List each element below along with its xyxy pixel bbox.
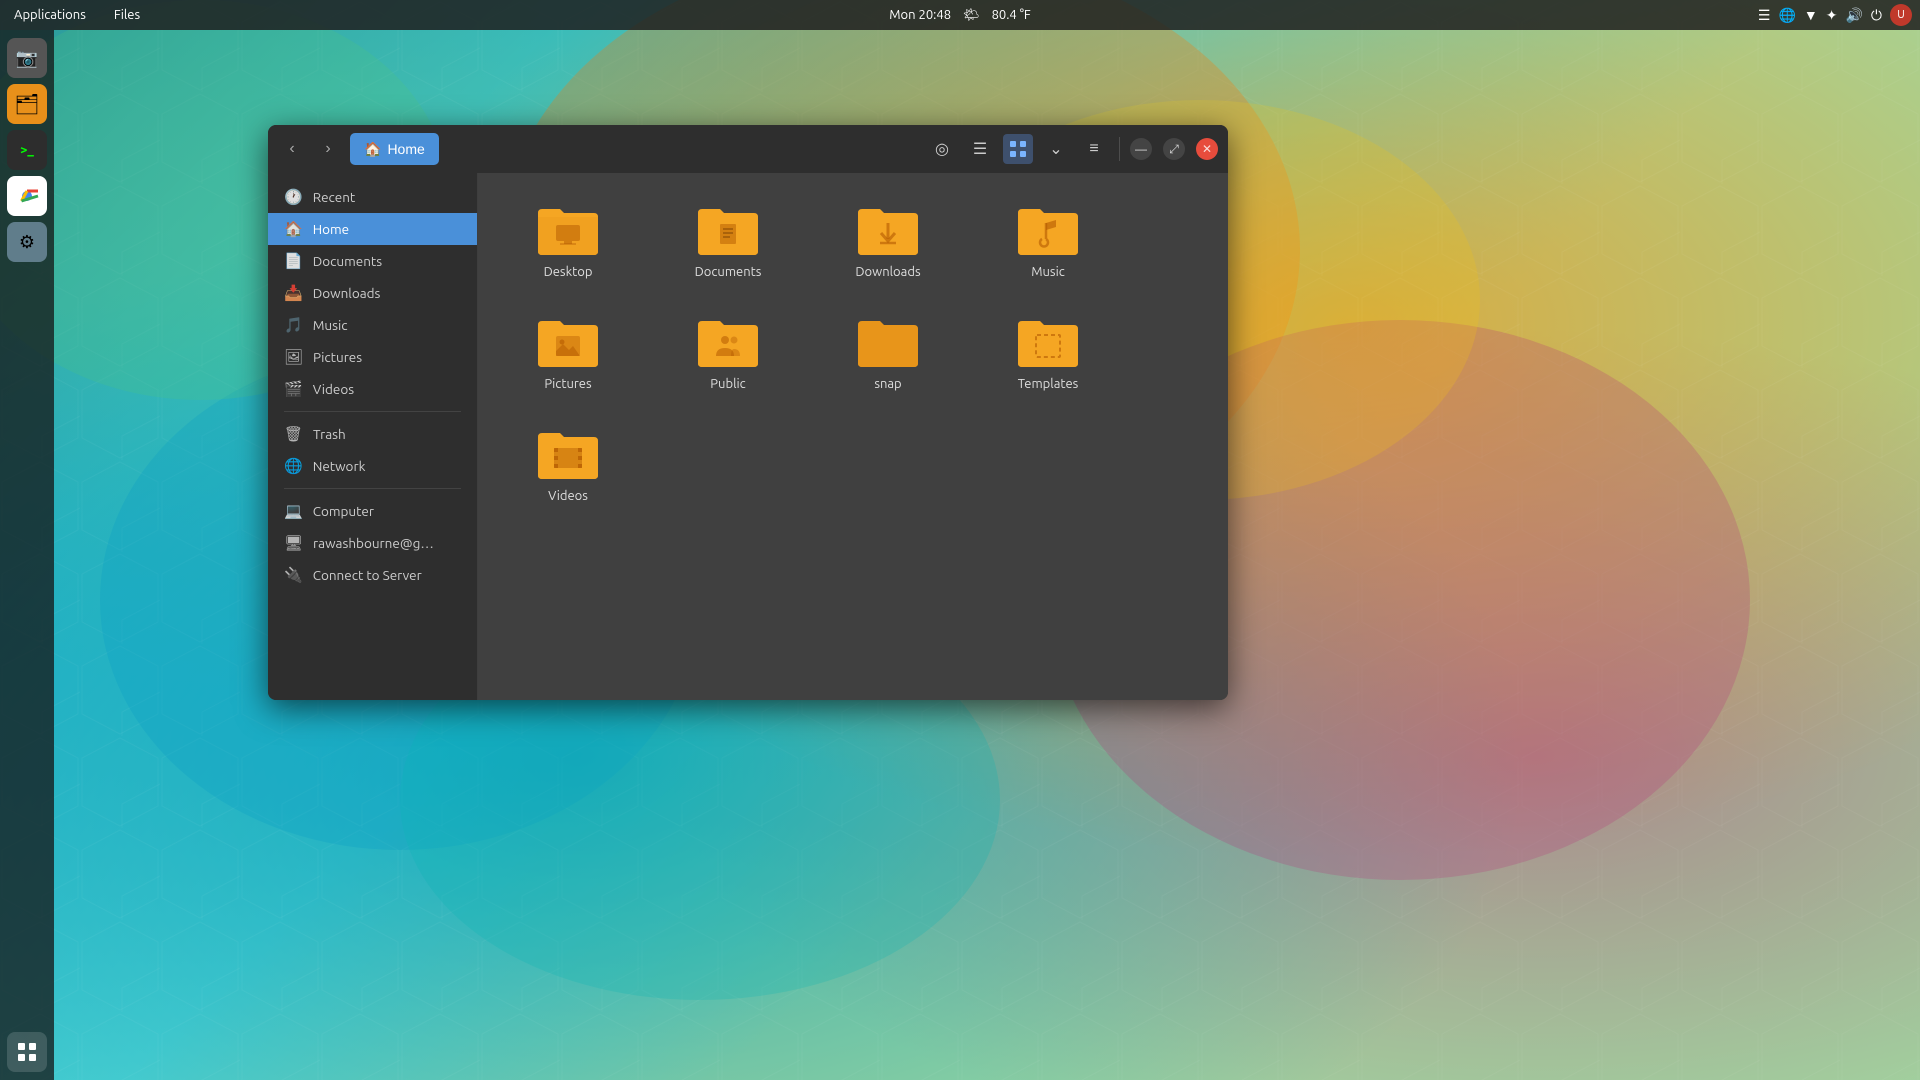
file-item-templates[interactable]: Templates bbox=[978, 305, 1118, 401]
dock-apps-grid[interactable] bbox=[7, 1032, 47, 1072]
forward-button[interactable]: › bbox=[314, 135, 342, 163]
file-label-public: Public bbox=[710, 377, 745, 391]
sidebar-item-music[interactable]: 🎵 Music bbox=[268, 309, 477, 341]
file-label-music: Music bbox=[1031, 265, 1065, 279]
file-item-pictures[interactable]: Pictures bbox=[498, 305, 638, 401]
dock-settings[interactable]: ⚙ bbox=[7, 222, 47, 262]
account-icon: 🖥 bbox=[284, 534, 303, 552]
home-label: Home bbox=[387, 141, 424, 157]
weather-temp: 80.4 °F bbox=[992, 8, 1031, 22]
dock-terminal[interactable]: >_ bbox=[7, 130, 47, 170]
file-item-snap[interactable]: snap bbox=[818, 305, 958, 401]
titlebar: ‹ › 🏠 Home ◎ ☰ ⌄ ≡ — ⤢ ✕ bbox=[268, 125, 1228, 173]
taskbar-left: Applications Files bbox=[8, 6, 1758, 24]
sidebar-label-documents: Documents bbox=[313, 253, 382, 269]
sidebar-item-connect[interactable]: 🔌 Connect to Server bbox=[268, 559, 477, 591]
computer-icon: 💻 bbox=[284, 502, 303, 520]
taskbar: Applications Files Mon 20:48 🌤 80.4 °F ☰… bbox=[0, 0, 1920, 30]
documents-icon: 📄 bbox=[284, 252, 303, 270]
file-item-desktop[interactable]: Desktop bbox=[498, 193, 638, 289]
file-item-documents[interactable]: Documents bbox=[658, 193, 798, 289]
minimize-button[interactable]: — bbox=[1130, 138, 1152, 160]
taskbar-center: Mon 20:48 🌤 80.4 °F bbox=[889, 8, 1031, 23]
sidebar-sep-1 bbox=[284, 411, 461, 412]
sidebar-item-recent[interactable]: 🕐 Recent bbox=[268, 181, 477, 213]
sidebar-item-documents[interactable]: 📄 Documents bbox=[268, 245, 477, 277]
sidebar-label-connect: Connect to Server bbox=[313, 567, 422, 583]
dock-chrome[interactable] bbox=[7, 176, 47, 216]
sidebar-item-downloads[interactable]: 📥 Downloads bbox=[268, 277, 477, 309]
file-label-desktop: Desktop bbox=[544, 265, 593, 279]
home-icon: 🏠 bbox=[364, 141, 381, 158]
sidebar-label-account: rawashbourne@g… bbox=[313, 535, 434, 551]
file-item-downloads[interactable]: Downloads bbox=[818, 193, 958, 289]
user-avatar[interactable]: U bbox=[1890, 4, 1912, 26]
file-item-public[interactable]: Public bbox=[658, 305, 798, 401]
connect-icon: 🔌 bbox=[284, 566, 303, 584]
sidebar-item-computer[interactable]: 💻 Computer bbox=[268, 495, 477, 527]
sort-btn[interactable]: ⌄ bbox=[1041, 134, 1071, 164]
wifi-icon[interactable]: ▼ bbox=[1804, 7, 1818, 23]
file-manager-window: ‹ › 🏠 Home ◎ ☰ ⌄ ≡ — ⤢ ✕ 🕐 Rece bbox=[268, 125, 1228, 700]
sidebar-label-home: Home bbox=[313, 221, 349, 237]
sidebar-item-videos[interactable]: 🎬 Videos bbox=[268, 373, 477, 405]
file-label-documents: Documents bbox=[695, 265, 762, 279]
main-area: Desktop Documents bbox=[478, 173, 1228, 700]
file-item-music[interactable]: Music bbox=[978, 193, 1118, 289]
power-icon[interactable]: ⏻ bbox=[1871, 7, 1882, 24]
content-area: 🕐 Recent 🏠 Home 📄 Documents 📥 Downloads … bbox=[268, 173, 1228, 700]
volume-icon[interactable]: 🔊 bbox=[1845, 7, 1862, 24]
notepad-tray-icon[interactable]: ☰ bbox=[1758, 7, 1771, 24]
sidebar-label-videos: Videos bbox=[313, 381, 354, 397]
bluetooth-icon[interactable]: ✦ bbox=[1826, 7, 1838, 24]
sidebar-item-network[interactable]: 🌐 Network bbox=[268, 450, 477, 482]
file-label-templates: Templates bbox=[1018, 377, 1079, 391]
sidebar-sep-2 bbox=[284, 488, 461, 489]
applications-menu[interactable]: Applications bbox=[8, 6, 92, 24]
list-view-btn[interactable]: ☰ bbox=[965, 134, 995, 164]
back-button[interactable]: ‹ bbox=[278, 135, 306, 163]
browser-tray-icon[interactable]: 🌐 bbox=[1778, 7, 1795, 24]
dock-files[interactable]: 🗂 bbox=[7, 84, 47, 124]
weather-icon: 🌤 bbox=[963, 8, 980, 23]
taskbar-right: ☰ 🌐 ▼ ✦ 🔊 ⏻ U bbox=[1758, 4, 1912, 26]
dock: 📷 🗂 >_ ⚙ bbox=[0, 30, 54, 1080]
dock-screenshot[interactable]: 📷 bbox=[7, 38, 47, 78]
sidebar-label-pictures: Pictures bbox=[313, 349, 362, 365]
file-label-snap: snap bbox=[874, 377, 901, 391]
file-label-downloads: Downloads bbox=[855, 265, 920, 279]
sidebar-label-recent: Recent bbox=[313, 189, 356, 205]
pictures-icon: 🖼 bbox=[284, 348, 303, 366]
sidebar-label-trash: Trash bbox=[313, 426, 346, 442]
sidebar-label-network: Network bbox=[313, 458, 366, 474]
trash-icon: 🗑 bbox=[284, 425, 303, 443]
home-sidebar-icon: 🏠 bbox=[284, 220, 303, 238]
sidebar-label-downloads: Downloads bbox=[313, 285, 381, 301]
recent-icon: 🕐 bbox=[284, 188, 303, 206]
location-toggle[interactable]: ◎ bbox=[927, 134, 957, 164]
sidebar-label-music: Music bbox=[313, 317, 348, 333]
grid-view-btn[interactable] bbox=[1003, 134, 1033, 164]
files-menu[interactable]: Files bbox=[108, 6, 146, 24]
clock: Mon 20:48 bbox=[889, 8, 951, 22]
menu-btn[interactable]: ≡ bbox=[1079, 134, 1109, 164]
downloads-icon: 📥 bbox=[284, 284, 303, 302]
close-button[interactable]: ✕ bbox=[1196, 138, 1218, 160]
videos-icon: 🎬 bbox=[284, 380, 303, 398]
sidebar-item-account[interactable]: 🖥 rawashbourne@g… bbox=[268, 527, 477, 559]
file-item-videos[interactable]: Videos bbox=[498, 417, 638, 513]
maximize-button[interactable]: ⤢ bbox=[1163, 138, 1185, 160]
network-icon: 🌐 bbox=[284, 457, 303, 475]
sidebar: 🕐 Recent 🏠 Home 📄 Documents 📥 Downloads … bbox=[268, 173, 478, 700]
sidebar-item-pictures[interactable]: 🖼 Pictures bbox=[268, 341, 477, 373]
sidebar-item-home[interactable]: 🏠 Home bbox=[268, 213, 477, 245]
files-grid: Desktop Documents bbox=[498, 193, 1208, 513]
file-label-videos: Videos bbox=[548, 489, 588, 503]
sidebar-label-computer: Computer bbox=[313, 503, 374, 519]
sidebar-item-trash[interactable]: 🗑 Trash bbox=[268, 418, 477, 450]
music-icon: 🎵 bbox=[284, 316, 303, 334]
home-button[interactable]: 🏠 Home bbox=[350, 133, 439, 165]
file-label-pictures: Pictures bbox=[544, 377, 591, 391]
